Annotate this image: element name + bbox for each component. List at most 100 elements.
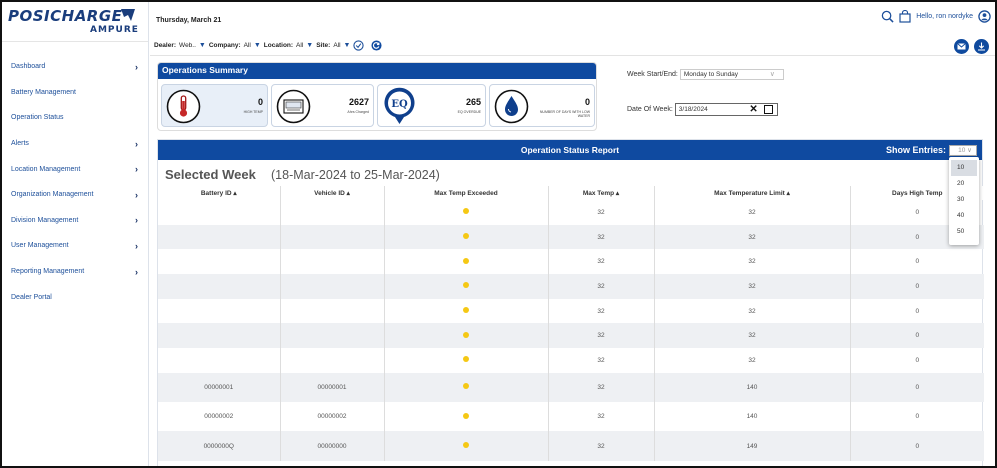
table-row[interactable]: 32 32 0 (158, 224, 984, 250)
download-button[interactable] (974, 39, 989, 54)
logo[interactable]: POSICHARGE AMPURE (2, 2, 148, 42)
status-dot-icon (463, 233, 469, 240)
company-select[interactable]: All (244, 42, 251, 49)
low-water-label: NUMBER OF DAYS WITH LOW WATER (539, 110, 590, 118)
max-temp-limit-cell: 32 (654, 224, 851, 250)
sidebar-item[interactable]: Alerts › (2, 131, 148, 157)
show-entries-select[interactable]: 10 ∨ (949, 144, 977, 156)
sidebar-item[interactable]: Reporting Management › (2, 259, 148, 285)
col-max-temp-limit[interactable]: Max Temperature Limit ▴ (654, 186, 851, 200)
max-temp-limit-cell: 149 (654, 431, 851, 461)
chevron-right-icon[interactable]: › (135, 190, 138, 200)
status-dot-icon (463, 442, 469, 449)
table-row[interactable]: 32 32 0 (158, 200, 984, 225)
eq-badge-icon: EQ (384, 87, 415, 124)
days-high-temp-cell: 0 (850, 372, 984, 403)
table-row[interactable]: 00000001 00000001 32 140 0 (158, 372, 984, 403)
chevron-down-icon: ∨ (967, 146, 972, 154)
battery-charger-icon (276, 89, 311, 124)
chevron-right-icon[interactable]: › (135, 267, 138, 277)
chevron-down-icon[interactable]: ▼ (306, 42, 313, 49)
table-row[interactable]: 32 32 0 (158, 323, 984, 349)
chevron-down-icon[interactable]: ▼ (344, 42, 351, 49)
days-high-temp-cell: 0 (915, 413, 920, 421)
sidebar-item[interactable]: Division Management › (2, 208, 148, 234)
reset-icon[interactable] (371, 40, 383, 51)
max-temp-exceeded-cell (384, 431, 549, 461)
eq-overdue-card[interactable]: EQ 265 EQ OVERDUE (377, 84, 486, 127)
vehicle-id-cell: 00000000 (280, 431, 385, 461)
apply-check-icon[interactable] (353, 40, 365, 51)
max-temp-limit-cell: 32 (654, 298, 851, 324)
shopping-bag-icon[interactable] (899, 10, 911, 23)
sidebar-item[interactable]: Dealer Portal (2, 284, 148, 310)
chevron-right-icon[interactable]: › (135, 215, 138, 225)
logo-brand: POSICHARGE (8, 7, 123, 25)
date-of-week-input[interactable]: 3/18/2024 ✕ (674, 103, 778, 116)
clear-date-icon[interactable]: ✕ (749, 104, 757, 115)
chevron-down-icon[interactable]: ▼ (254, 42, 261, 49)
search-icon[interactable] (881, 10, 894, 23)
table-row[interactable]: 32 32 0 (158, 298, 984, 324)
chevron-right-icon[interactable]: › (135, 139, 138, 149)
max-temp-exceeded-cell (384, 372, 549, 403)
days-high-temp-cell: 0 (915, 307, 920, 315)
col-vehicle-id[interactable]: Vehicle ID ▴ (280, 186, 385, 200)
max-temp-limit-cell: 32 (654, 323, 851, 349)
action-buttons (954, 39, 989, 54)
entries-option[interactable]: 20 (949, 176, 979, 192)
calendar-icon[interactable] (763, 105, 773, 114)
sidebar-item-label: Dashboard (11, 63, 46, 71)
vehicle-id-cell: 00000002 (280, 402, 385, 432)
week-start-select[interactable]: Monday to Sunday ∨ (679, 69, 784, 80)
high-temp-card[interactable]: 0 HIGH TEMP (161, 84, 268, 127)
table-row[interactable]: 32 32 0 (158, 348, 984, 373)
operations-summary-title: Operations Summary (158, 63, 596, 79)
max-temp-limit-cell: 32 (654, 274, 851, 299)
entries-option[interactable]: 50 (949, 224, 979, 240)
battery-id-cell (158, 298, 281, 324)
entries-option[interactable]: 30 (949, 192, 979, 208)
battery-id-cell: 00000002 (158, 402, 281, 432)
low-water-value: 0 (584, 97, 590, 107)
sidebar-item[interactable]: Battery Management (2, 80, 148, 106)
location-select[interactable]: All (296, 42, 303, 49)
sidebar-item[interactable]: Dashboard › (2, 54, 148, 80)
sidebar-item[interactable]: Organization Management › (2, 182, 148, 208)
user-avatar-icon[interactable] (978, 10, 991, 23)
entries-option[interactable]: 10 (951, 160, 977, 176)
sidebar-item[interactable]: Operation Status (2, 105, 148, 131)
chevron-right-icon[interactable]: › (135, 164, 138, 174)
sidebar-item[interactable]: User Management › (2, 233, 148, 259)
app-frame: POSICHARGE AMPURE Dashboard › Battery Mana… (0, 0, 997, 468)
entries-option[interactable]: 40 (949, 208, 979, 224)
table-row[interactable]: 32 32 0 (158, 274, 984, 299)
chevron-down-icon[interactable]: ▼ (199, 42, 206, 49)
max-temp-cell: 32 (548, 274, 655, 299)
email-report-button[interactable] (954, 39, 969, 54)
site-select[interactable]: All (333, 42, 340, 49)
chevron-right-icon[interactable]: › (135, 241, 138, 251)
user-greeting[interactable]: Hello, ron nordyke (916, 13, 973, 20)
vehicle-id-cell (280, 200, 385, 225)
max-temp-cell: 32 (548, 372, 655, 403)
col-battery-id[interactable]: Battery ID ▴ (158, 186, 281, 200)
table-row[interactable]: 0000000Q 00000000 32 149 0 (158, 431, 984, 461)
sidebar-item-label: Dealer Portal (11, 293, 52, 301)
col-max-temp[interactable]: Max Temp ▴ (548, 186, 655, 200)
ahrs-charged-card[interactable]: 2627 Ahrs Charged (271, 84, 374, 127)
battery-id-cell (158, 249, 281, 275)
table-row[interactable]: 00000002 00000002 32 140 0 (158, 402, 984, 432)
battery-id-cell (158, 323, 281, 349)
chevron-right-icon[interactable]: › (135, 62, 138, 72)
eq-icon-text: EQ (391, 99, 408, 110)
battery-id-cell (158, 348, 281, 373)
dealer-select[interactable]: Web.. (179, 42, 196, 49)
download-icon (978, 42, 985, 51)
operation-status-report: Operation Status Report Show Entries: 10… (157, 139, 984, 466)
col-max-temp-exceeded: Max Temp Exceeded (384, 186, 549, 200)
mail-icon (957, 43, 966, 50)
low-water-card[interactable]: 0 NUMBER OF DAYS WITH LOW WATER (489, 84, 595, 127)
sidebar-item[interactable]: Location Management › (2, 156, 148, 182)
table-row[interactable]: 32 32 0 (158, 249, 984, 275)
